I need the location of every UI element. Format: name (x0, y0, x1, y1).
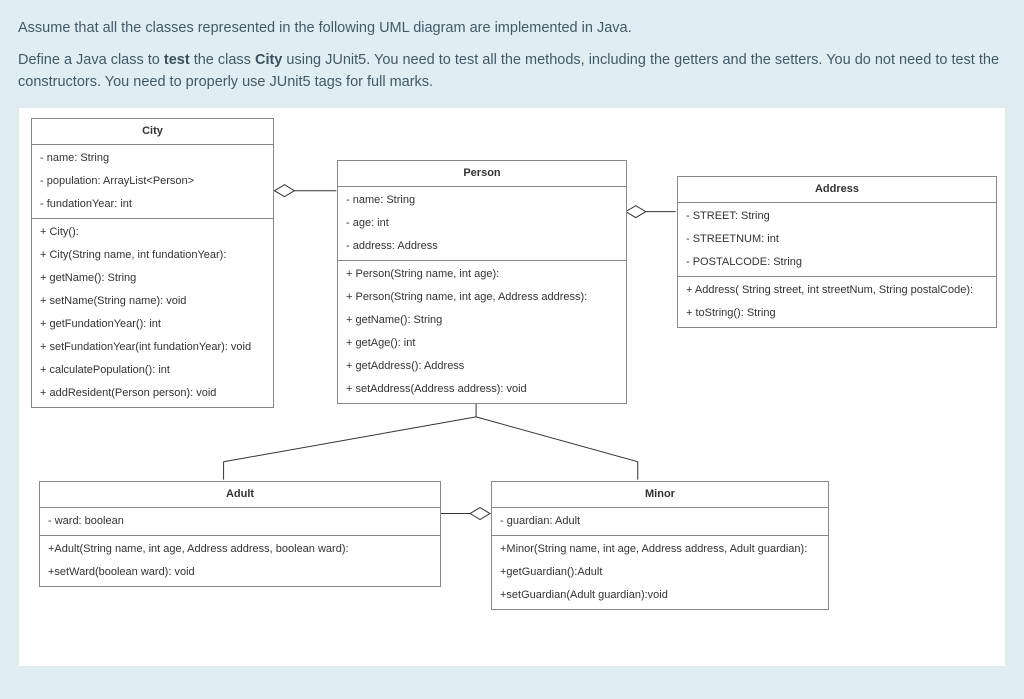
op: + setName(String name): void (32, 290, 273, 313)
op: + Person(String name, int age, Address a… (338, 286, 626, 309)
op: + getAge(): int (338, 332, 626, 355)
class-city: City - name: String - population: ArrayL… (31, 118, 274, 408)
attr: - ward: boolean (40, 510, 440, 533)
op: + toString(): String (678, 302, 996, 325)
class-title: Person (338, 161, 626, 187)
op: + Person(String name, int age): (338, 263, 626, 286)
attr: - address: Address (338, 235, 626, 258)
attr: - STREET: String (678, 205, 996, 228)
attr: - fundationYear: int (32, 193, 273, 216)
operations: + Address( String street, int streetNum,… (678, 277, 996, 327)
op: + calculatePopulation(): int (32, 359, 273, 382)
operations: + City(): + City(String name, int fundat… (32, 219, 273, 407)
attr: - STREETNUM: int (678, 228, 996, 251)
attr: - age: int (338, 212, 626, 235)
class-adult: Adult - ward: boolean +Adult(String name… (39, 481, 441, 587)
attr: - name: String (32, 147, 273, 170)
op: + addResident(Person person): void (32, 382, 273, 405)
class-title: Adult (40, 482, 440, 508)
op: + Address( String street, int streetNum,… (678, 279, 996, 302)
attributes: - name: String - age: int - address: Add… (338, 187, 626, 261)
class-title: City (32, 119, 273, 145)
op: + City(): (32, 221, 273, 244)
paragraph-1: Assume that all the classes represented … (18, 18, 1006, 40)
op: + setFundationYear(int fundationYear): v… (32, 336, 273, 359)
op: + getAddress(): Address (338, 355, 626, 378)
attributes: - guardian: Adult (492, 508, 828, 536)
op: +setGuardian(Adult guardian):void (492, 584, 828, 607)
op: + getName(): String (32, 267, 273, 290)
class-title: Minor (492, 482, 828, 508)
operations: +Minor(String name, int age, Address add… (492, 536, 828, 609)
attr: - guardian: Adult (492, 510, 828, 533)
problem-statement: Assume that all the classes represented … (18, 18, 1006, 93)
operations: + Person(String name, int age): + Person… (338, 261, 626, 403)
op: +getGuardian():Adult (492, 561, 828, 584)
class-address: Address - STREET: String - STREETNUM: in… (677, 176, 997, 328)
op: +Minor(String name, int age, Address add… (492, 538, 828, 561)
attributes: - name: String - population: ArrayList<P… (32, 145, 273, 219)
class-title: Address (678, 177, 996, 203)
attributes: - ward: boolean (40, 508, 440, 536)
attr: - name: String (338, 189, 626, 212)
op: + City(String name, int fundationYear): (32, 244, 273, 267)
op: +setWard(boolean ward): void (40, 561, 440, 584)
op: +Adult(String name, int age, Address add… (40, 538, 440, 561)
class-minor: Minor - guardian: Adult +Minor(String na… (491, 481, 829, 610)
attr: - POSTALCODE: String (678, 251, 996, 274)
uml-diagram: City - name: String - population: ArrayL… (18, 107, 1006, 667)
operations: +Adult(String name, int age, Address add… (40, 536, 440, 586)
op: + setAddress(Address address): void (338, 378, 626, 401)
attributes: - STREET: String - STREETNUM: int - POST… (678, 203, 996, 277)
attr: - population: ArrayList<Person> (32, 170, 273, 193)
op: + getFundationYear(): int (32, 313, 273, 336)
class-person: Person - name: String - age: int - addre… (337, 160, 627, 404)
op: + getName(): String (338, 309, 626, 332)
paragraph-2: Define a Java class to test the class Ci… (18, 50, 1006, 94)
